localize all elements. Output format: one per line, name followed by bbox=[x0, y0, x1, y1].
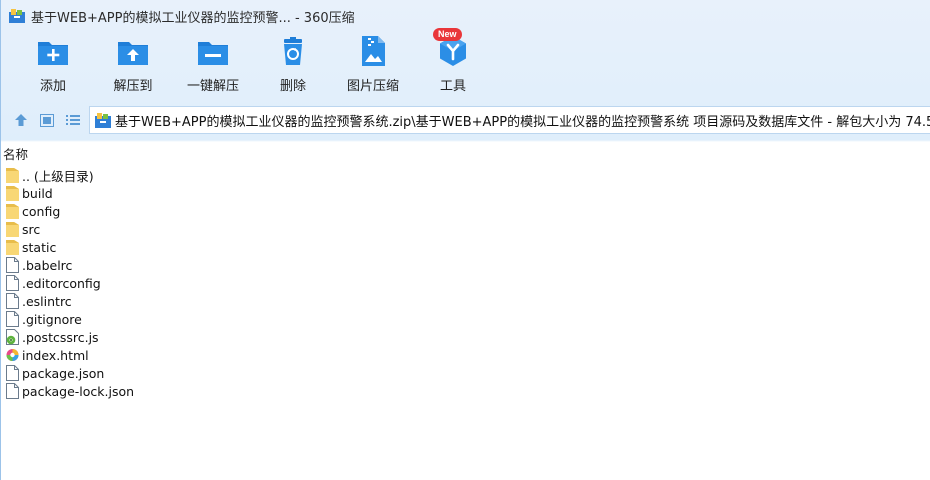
file-name: static bbox=[22, 239, 57, 255]
file-icon bbox=[6, 275, 19, 291]
delete-icon bbox=[284, 37, 302, 65]
list-item-eslintrc[interactable]: .eslintrc bbox=[1, 292, 930, 310]
add-icon bbox=[38, 42, 68, 65]
list-item-postcssrc[interactable]: .postcssrc.js bbox=[1, 328, 930, 346]
column-name-label: 名称 bbox=[3, 146, 29, 162]
image-compress-icon bbox=[362, 36, 385, 66]
zip-archive-icon bbox=[95, 112, 111, 128]
thumbnail-view-button[interactable] bbox=[36, 109, 58, 131]
folder-icon bbox=[6, 204, 19, 219]
list-item-babelrc[interactable]: .babelrc bbox=[1, 256, 930, 274]
list-item-package-lock-json[interactable]: package-lock.json bbox=[1, 382, 930, 400]
file-name: build bbox=[22, 185, 53, 201]
file-icon bbox=[6, 365, 19, 381]
arrow-up-icon bbox=[15, 114, 27, 126]
new-badge: New bbox=[433, 28, 462, 41]
list-item-package-json[interactable]: package.json bbox=[1, 364, 930, 382]
file-list: 名称 .. (上级目录) build config src static .ba… bbox=[1, 142, 930, 480]
list-item-editorconfig[interactable]: .editorconfig bbox=[1, 274, 930, 292]
list-view-icon bbox=[66, 115, 80, 125]
app-logo-icon bbox=[9, 9, 25, 23]
file-icon bbox=[6, 383, 19, 399]
file-name: .babelrc bbox=[22, 257, 73, 273]
one-click-extract-icon bbox=[198, 42, 228, 65]
file-icon bbox=[6, 293, 19, 309]
delete-button[interactable]: 删除 bbox=[253, 34, 333, 94]
tools-label: 工具 bbox=[439, 79, 466, 94]
file-rows: .. (上级目录) build config src static .babel… bbox=[1, 166, 930, 400]
file-icon bbox=[6, 257, 19, 273]
file-name: config bbox=[22, 203, 61, 219]
html-file-icon bbox=[6, 349, 19, 361]
delete-label: 删除 bbox=[279, 79, 306, 94]
app-window: 基于WEB+APP的模拟工业仪器的监控预警... - 360压缩 添加 解压到 bbox=[0, 0, 930, 480]
list-item-src[interactable]: src bbox=[1, 220, 930, 238]
navigation-bar: 基于WEB+APP的模拟工业仪器的监控预警系统.zip\基于WEB+APP的模拟… bbox=[1, 104, 930, 136]
file-name: index.html bbox=[22, 347, 89, 363]
file-name: .. (上级目录) bbox=[22, 168, 94, 184]
image-compress-button[interactable]: 图片压缩 bbox=[333, 34, 413, 94]
file-name: src bbox=[22, 221, 41, 237]
address-bar[interactable]: 基于WEB+APP的模拟工业仪器的监控预警系统.zip\基于WEB+APP的模拟… bbox=[89, 106, 930, 134]
file-name: .editorconfig bbox=[22, 275, 101, 291]
column-header-name[interactable]: 名称 bbox=[1, 142, 930, 164]
folder-icon bbox=[6, 186, 19, 201]
toolbar: 添加 解压到 一键解压 删除 图片压缩 New 工具 bbox=[1, 28, 930, 100]
file-name: .postcssrc.js bbox=[22, 329, 99, 345]
folder-icon bbox=[6, 168, 19, 183]
list-item-build[interactable]: build bbox=[1, 184, 930, 202]
list-item-static[interactable]: static bbox=[1, 238, 930, 256]
folder-icon bbox=[6, 222, 19, 237]
one-click-extract-button[interactable]: 一键解压 bbox=[173, 34, 253, 94]
window-title: 基于WEB+APP的模拟工业仪器的监控预警... - 360压缩 bbox=[31, 10, 355, 26]
file-name: .eslintrc bbox=[22, 293, 72, 309]
extract-to-button[interactable]: 解压到 bbox=[93, 34, 173, 94]
extract-to-label: 解压到 bbox=[113, 79, 153, 94]
extract-to-icon bbox=[118, 42, 148, 65]
file-name: package.json bbox=[22, 365, 105, 381]
add-label: 添加 bbox=[39, 79, 66, 94]
js-file-icon bbox=[6, 329, 19, 345]
list-view-button[interactable] bbox=[62, 109, 84, 131]
image-compress-label: 图片压缩 bbox=[346, 79, 399, 94]
file-name: package-lock.json bbox=[22, 383, 135, 399]
up-level-button[interactable] bbox=[10, 109, 32, 131]
file-name: .gitignore bbox=[22, 311, 82, 327]
one-click-extract-label: 一键解压 bbox=[186, 79, 239, 94]
address-path: 基于WEB+APP的模拟工业仪器的监控预警系统.zip\基于WEB+APP的模拟… bbox=[115, 114, 930, 130]
title-bar: 基于WEB+APP的模拟工业仪器的监控预警... - 360压缩 bbox=[1, 0, 930, 32]
add-button[interactable]: 添加 bbox=[13, 34, 93, 94]
thumbnail-view-icon bbox=[40, 113, 54, 127]
file-icon bbox=[6, 311, 19, 327]
folder-icon bbox=[6, 240, 19, 255]
list-item-config[interactable]: config bbox=[1, 202, 930, 220]
list-item-parent-folder[interactable]: .. (上级目录) bbox=[1, 166, 930, 184]
tools-button[interactable]: New 工具 bbox=[413, 28, 493, 94]
list-item-index-html[interactable]: index.html bbox=[1, 346, 930, 364]
list-item-gitignore[interactable]: .gitignore bbox=[1, 310, 930, 328]
